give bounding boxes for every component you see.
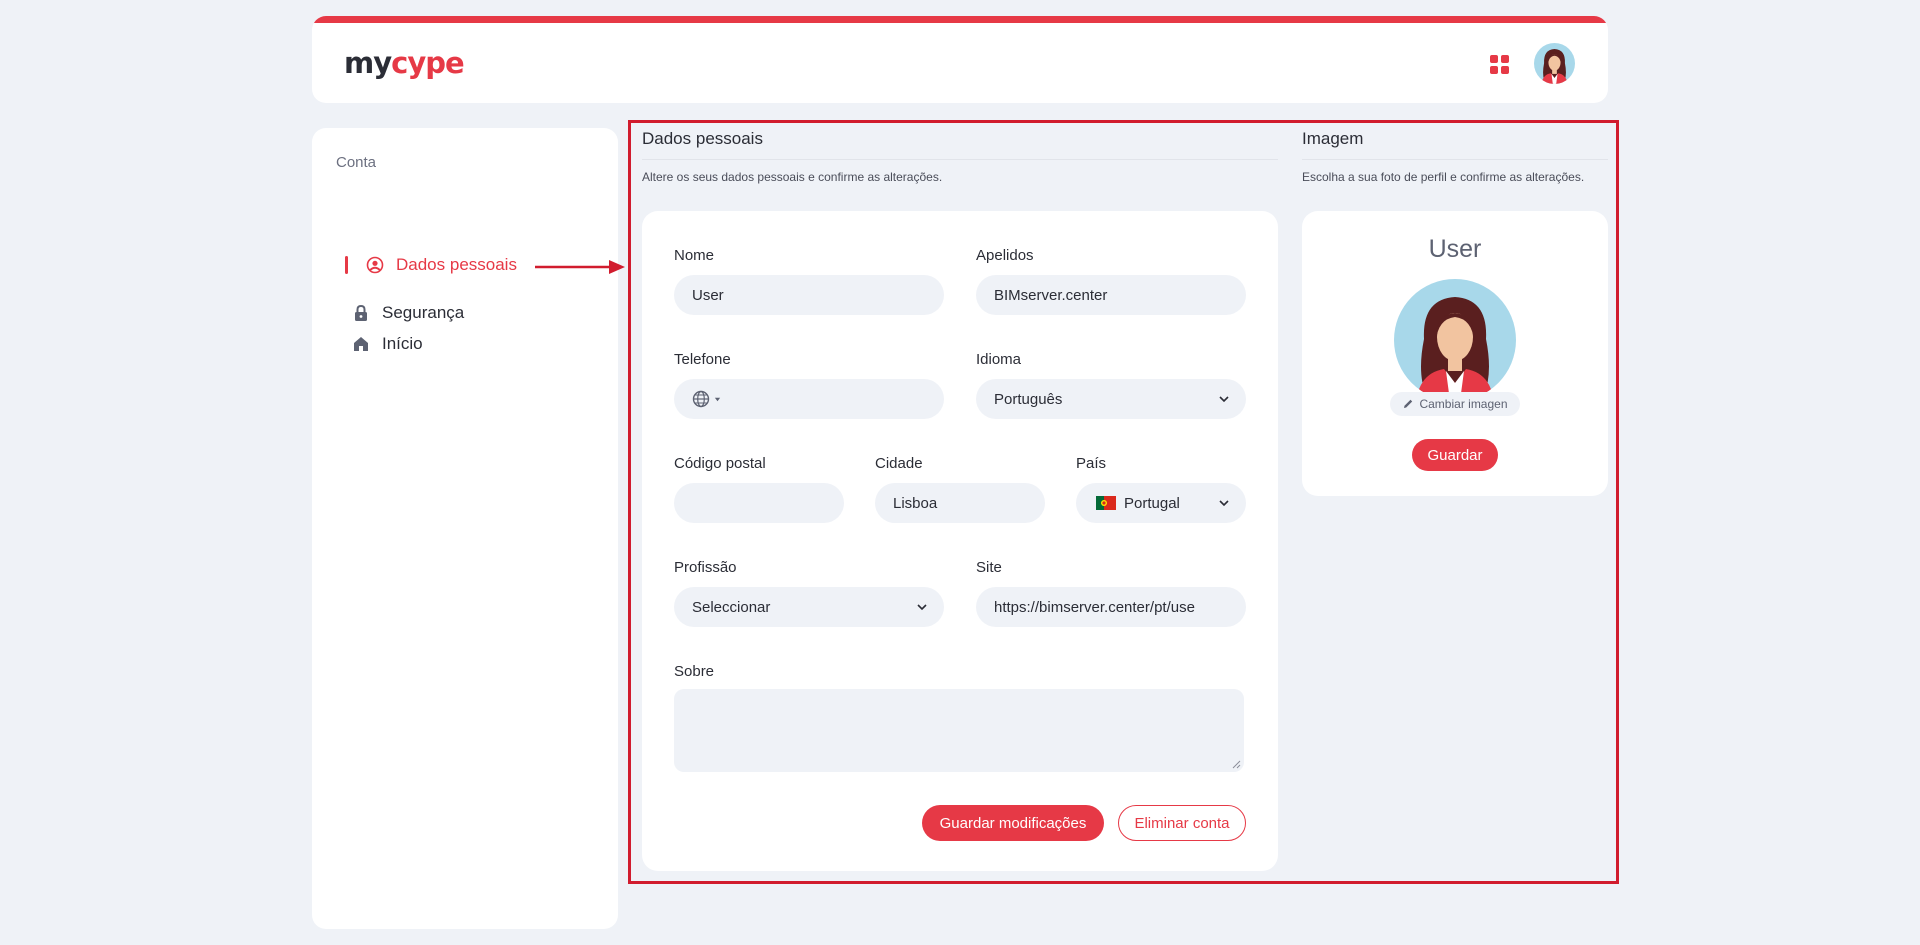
profile-image-card: User Cambiar imagen Guardar — [1302, 211, 1608, 496]
mycype-logo[interactable]: mycype — [344, 46, 465, 80]
personal-data-title: Dados pessoais — [642, 129, 763, 148]
chevron-down-icon — [1219, 396, 1229, 403]
save-changes-button[interactable]: Guardar modificações — [922, 805, 1104, 841]
codigo-postal-label: Código postal — [674, 455, 766, 472]
sidebar-item-seguranca[interactable]: Segurança — [352, 298, 464, 328]
idioma-value: Português — [994, 390, 1063, 408]
delete-account-button[interactable]: Eliminar conta — [1118, 805, 1246, 841]
user-circle-icon — [366, 256, 384, 274]
codigo-postal-input[interactable] — [674, 483, 844, 523]
apelidos-label: Apelidos — [976, 247, 1034, 264]
profile-user-name: User — [1428, 235, 1482, 263]
change-image-label: Cambiar imagen — [1419, 397, 1508, 411]
pais-select[interactable]: Portugal — [1076, 483, 1246, 523]
pais-label: País — [1076, 455, 1107, 472]
personal-data-subtitle: Altere os seus dados pessoais e confirme… — [642, 170, 943, 184]
resize-handle-icon[interactable] — [1232, 760, 1241, 769]
pais-value: Portugal — [1124, 494, 1180, 512]
sidebar-item-dados-pessoais[interactable]: Dados pessoais — [345, 250, 517, 280]
top-header: mycype — [312, 16, 1608, 103]
cidade-label: Cidade — [875, 455, 923, 472]
sidebar: Conta Início — [312, 128, 618, 929]
sidebar-item-label: Segurança — [382, 303, 465, 322]
change-image-button[interactable]: Cambiar imagen — [1390, 392, 1520, 416]
apps-grid-icon[interactable] — [1490, 55, 1509, 74]
image-subtitle: Escolha a sua foto de perfil e confirme … — [1302, 170, 1585, 184]
sidebar-item-inicio[interactable]: Início — [352, 329, 423, 359]
site-label: Site — [976, 559, 1002, 576]
divider — [642, 159, 1278, 160]
annotation-arrow-icon — [535, 260, 625, 274]
telefone-label: Telefone — [674, 351, 731, 368]
home-icon — [354, 337, 368, 351]
user-avatar[interactable] — [1534, 43, 1575, 84]
profissao-label: Profissão — [674, 559, 737, 576]
image-title: Imagem — [1302, 129, 1364, 148]
caret-down-icon — [714, 397, 721, 401]
portugal-flag-icon — [1096, 496, 1116, 510]
sidebar-section-title: Conta — [336, 154, 377, 171]
sidebar-item-label: Início — [382, 334, 423, 353]
idioma-select[interactable]: Português — [976, 379, 1246, 419]
apelidos-input[interactable]: BIMserver.center — [976, 275, 1246, 315]
globe-icon[interactable] — [692, 390, 710, 408]
sobre-label: Sobre — [674, 663, 715, 680]
personal-data-form: Nome User Apelidos BIMserver.center Tele… — [642, 211, 1278, 871]
lock-icon — [355, 304, 367, 321]
profissao-value: Seleccionar — [692, 598, 771, 616]
nome-input[interactable]: User — [674, 275, 944, 315]
telefone-input[interactable] — [674, 379, 944, 419]
cidade-input[interactable]: Lisboa — [875, 483, 1045, 523]
chevron-down-icon — [1219, 500, 1229, 507]
idioma-label: Idioma — [976, 351, 1022, 368]
divider — [1302, 159, 1608, 160]
pencil-icon — [1404, 399, 1413, 408]
sidebar-item-label: Dados pessoais — [396, 255, 517, 274]
sobre-textarea[interactable] — [674, 689, 1244, 772]
active-indicator — [345, 256, 348, 274]
profile-avatar — [1394, 279, 1516, 401]
chevron-down-icon — [917, 604, 927, 611]
site-input[interactable]: https://bimserver.center/pt/use — [976, 587, 1246, 627]
profissao-select[interactable]: Seleccionar — [674, 587, 944, 627]
nome-label: Nome — [674, 247, 715, 264]
save-image-button[interactable]: Guardar — [1412, 439, 1498, 471]
header-accent-line — [312, 16, 1608, 23]
